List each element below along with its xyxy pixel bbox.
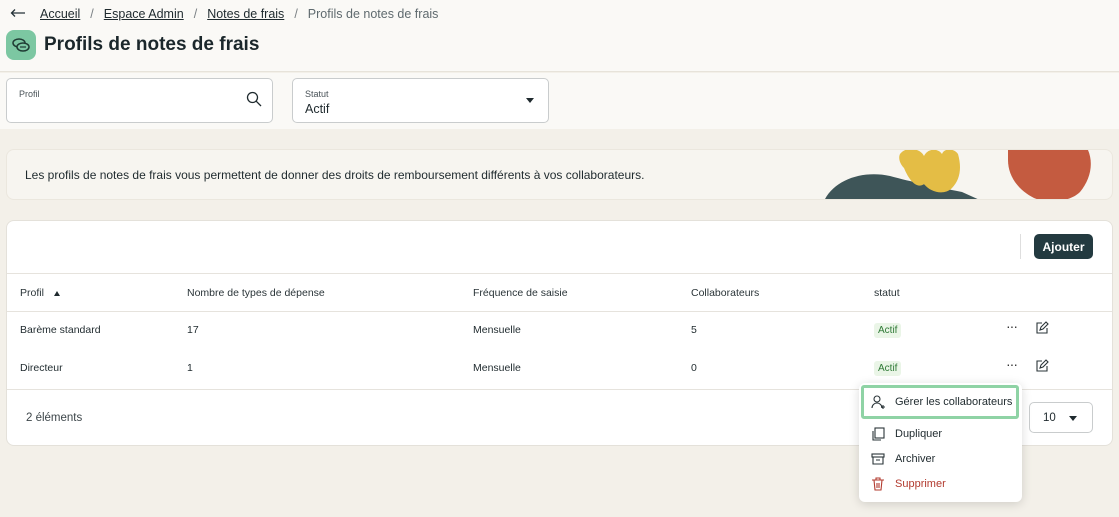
copy-icon [871, 426, 889, 441]
more-actions-button[interactable]: ··· [1006, 318, 1018, 334]
menu-item-label: Archiver [895, 452, 936, 465]
menu-item-supprimer[interactable]: Supprimer [863, 469, 1018, 498]
item-count: 2 éléments [26, 412, 83, 424]
menu-item-label: Dupliquer [895, 427, 943, 440]
breadcrumb-link-notes-de-frais[interactable]: Notes de frais [207, 7, 284, 21]
table-row[interactable]: Barème standard 17 Mensuelle 5 Actif ··· [7, 312, 1112, 350]
column-header-frequence: Fréquence de saisie [473, 287, 568, 299]
cell-types: 1 [187, 362, 193, 374]
table-header: Profil Nombre de types de dépense Fréque… [7, 273, 1112, 312]
profil-field-label: Profil [19, 89, 40, 99]
statut-field-label: Statut [305, 89, 329, 99]
top-bar: Accueil / Espace Admin / Notes de frais … [0, 0, 1119, 72]
edit-icon[interactable] [1035, 359, 1049, 376]
banner-text: Les profils de notes de frais vous perme… [25, 168, 645, 182]
statut-field-value: Actif [305, 102, 330, 116]
profil-search-field[interactable]: Profil [6, 78, 273, 123]
menu-item-gerer-collaborateurs[interactable]: Gérer les collaborateurs [861, 385, 1019, 419]
cell-profil: Barème standard [20, 324, 101, 336]
column-header-profil[interactable]: Profil [20, 287, 60, 299]
breadcrumb-separator: / [294, 7, 298, 21]
menu-item-label: Gérer les collaborateurs [895, 396, 1013, 408]
sort-ascending-icon[interactable] [53, 290, 60, 296]
column-header-statut: statut [874, 287, 900, 299]
cell-frequence: Mensuelle [473, 362, 521, 374]
page-title: Profils de notes de frais [44, 34, 260, 55]
edit-icon[interactable] [1035, 321, 1049, 338]
statut-select[interactable]: Statut Actif [292, 78, 549, 123]
cell-collaborateurs: 5 [691, 324, 697, 336]
banner-illustration-icon [825, 150, 1091, 199]
page-size-value: 10 [1043, 412, 1056, 424]
info-banner: Les profils de notes de frais vous perme… [6, 149, 1113, 200]
cell-frequence: Mensuelle [473, 324, 521, 336]
cell-collaborateurs: 0 [691, 362, 697, 374]
archive-icon [871, 452, 889, 466]
trash-icon [871, 476, 889, 491]
breadcrumb-link-espace-admin[interactable]: Espace Admin [104, 7, 184, 21]
column-header-types: Nombre de types de dépense [187, 287, 325, 299]
row-actions-menu: Gérer les collaborateurs Dupliquer Archi… [859, 383, 1022, 502]
cell-profil: Directeur [20, 362, 63, 374]
filters-bar: Profil Statut Actif [0, 73, 1119, 129]
menu-item-label: Supprimer [895, 477, 946, 490]
breadcrumb-separator: / [193, 7, 198, 21]
cell-types: 17 [187, 324, 199, 336]
breadcrumb-link-accueil[interactable]: Accueil [40, 7, 80, 21]
add-button[interactable]: Ajouter [1034, 234, 1093, 259]
status-badge: Actif [874, 361, 902, 376]
chevron-down-icon [1069, 416, 1077, 421]
breadcrumb-current: Profils de notes de frais [307, 7, 439, 21]
column-header-collaborateurs: Collaborateurs [691, 287, 760, 299]
more-actions-button[interactable]: ··· [1006, 356, 1018, 372]
coins-icon [6, 30, 36, 60]
breadcrumb: Accueil / Espace Admin / Notes de frais … [10, 5, 438, 23]
chevron-down-icon [526, 98, 534, 103]
user-add-icon [871, 394, 889, 410]
search-icon[interactable] [246, 91, 262, 110]
page-size-select[interactable]: 10 [1029, 402, 1093, 433]
breadcrumb-separator: / [90, 7, 94, 21]
arrow-left-icon[interactable] [10, 5, 26, 23]
toolbar-divider [1020, 234, 1021, 259]
status-badge: Actif [874, 323, 902, 338]
